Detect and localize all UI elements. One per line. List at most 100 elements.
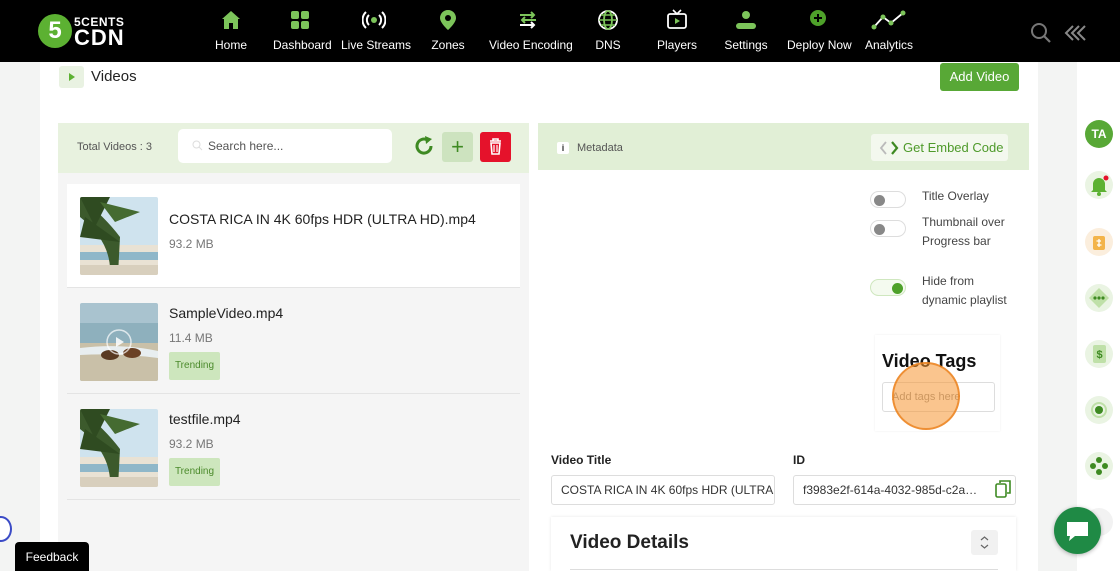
chat-icon <box>1067 522 1088 541</box>
connections-icon[interactable] <box>1085 284 1113 312</box>
search-icon[interactable] <box>1030 22 1052 44</box>
nav-settings-label: Settings <box>724 38 768 52</box>
video-list-item[interactable]: COSTA RICA IN 4K 60fps HDR (ULTRA HD).mp… <box>67 184 520 288</box>
avatar[interactable]: TA <box>1085 120 1113 148</box>
video-thumbnail <box>80 303 158 381</box>
code-icon <box>879 141 899 155</box>
nav-players[interactable]: Players <box>656 8 698 56</box>
hide-dynamic-playlist-toggle[interactable] <box>870 279 906 296</box>
trending-badge: Trending <box>169 458 220 486</box>
videos-section-icon <box>59 66 84 88</box>
record-icon[interactable] <box>1085 396 1113 424</box>
video-details-title: Video Details <box>570 532 689 553</box>
top-navbar: 5 5CENTS CDN Home Dashboard Live Streams… <box>0 0 1120 62</box>
tags-input[interactable] <box>882 382 995 412</box>
video-encoding-icon <box>520 11 536 29</box>
main-content: Videos Add Video Total Videos : 3 + COST… <box>40 62 1038 571</box>
video-thumbnail <box>80 409 158 487</box>
total-videos-count: Total Videos : 3 <box>77 141 153 153</box>
nav-dashboard[interactable]: Dashboard <box>273 8 332 56</box>
players-icon <box>667 9 687 29</box>
metadata-header: i Metadata Get Embed Code <box>538 123 1029 170</box>
thumbnail-progress-label: Thumbnail over Progress bar <box>922 215 1005 248</box>
zones-icon <box>440 10 456 30</box>
logo-mark: 5 <box>38 14 72 48</box>
video-tags-section: Video Tags <box>875 335 1000 431</box>
chevron-updown-icon <box>980 536 989 549</box>
billing-icon[interactable] <box>1085 228 1113 256</box>
video-list-item[interactable]: testfile.mp4 93.2 MB Trending <box>67 396 520 500</box>
video-size: 93.2 MB <box>169 437 214 451</box>
accessibility-widget[interactable] <box>0 516 12 542</box>
info-icon: i <box>557 142 569 154</box>
nav-analytics[interactable]: Analytics <box>864 8 914 56</box>
nav-live-streams[interactable]: Live Streams <box>341 8 412 56</box>
title-overlay-toggle[interactable] <box>870 191 906 208</box>
nav-deploy-now[interactable]: Deploy Now <box>787 8 852 56</box>
nav-video-encoding-label: Video Encoding <box>489 38 573 52</box>
logo-text-bottom: CDN <box>74 25 125 50</box>
nav-home[interactable]: Home <box>212 8 250 56</box>
nav-live-streams-label: Live Streams <box>341 38 412 52</box>
title-overlay-label: Title Overlay <box>922 189 989 203</box>
get-embed-code-button[interactable]: Get Embed Code <box>871 134 1008 161</box>
delete-button[interactable] <box>480 132 511 162</box>
video-name: SampleVideo.mp4 <box>169 305 284 321</box>
nav-players-label: Players <box>656 38 697 52</box>
deploy-now-icon <box>810 10 826 26</box>
copy-icon[interactable] <box>995 479 1012 498</box>
nav-home-label: Home <box>214 38 247 52</box>
hide-dynamic-playlist-label: Hide from dynamic playlist <box>922 274 1007 307</box>
live-streams-icon <box>362 11 386 29</box>
id-label: ID <box>793 453 805 467</box>
video-tags-title: Video Tags <box>882 351 977 371</box>
bell-icon[interactable] <box>1085 171 1113 199</box>
search-input[interactable] <box>208 137 384 155</box>
divider <box>570 569 998 570</box>
brand-logo[interactable]: 5 5CENTS CDN <box>38 14 130 50</box>
id-field[interactable]: f3983e2f-614a-4032-985d-c2a… <box>793 475 1016 505</box>
video-details-section: Video Details <box>551 517 1016 571</box>
nav-dashboard-label: Dashboard <box>273 38 332 52</box>
collapse-sidebar-icon[interactable] <box>1063 24 1087 42</box>
metadata-panel: i Metadata Get Embed Code Title Overlay … <box>538 123 1029 571</box>
add-button[interactable]: + <box>442 132 473 162</box>
nav-zones[interactable]: Zones <box>430 8 466 56</box>
svg-text:$: $ <box>1096 349 1102 361</box>
analytics-icon <box>871 10 906 30</box>
settings-icon <box>736 11 756 29</box>
thumbnail-progress-toggle[interactable] <box>870 220 906 237</box>
metadata-label: Metadata <box>577 142 623 154</box>
nav-dns-label: DNS <box>595 38 621 52</box>
refresh-icon[interactable] <box>413 134 435 158</box>
video-size: 93.2 MB <box>169 237 214 251</box>
payments-icon[interactable]: $ <box>1085 340 1113 368</box>
video-name: testfile.mp4 <box>169 411 241 427</box>
gamepad-icon[interactable] <box>1085 452 1113 480</box>
page-title: Videos <box>91 68 137 85</box>
add-video-button[interactable]: Add Video <box>940 63 1019 91</box>
nav-zones-label: Zones <box>431 38 465 52</box>
library-toolbar: Total Videos : 3 + <box>58 123 529 173</box>
right-sidebar: TA $ <box>1077 62 1120 571</box>
nav-analytics-label: Analytics <box>864 38 914 52</box>
video-library-panel: Total Videos : 3 + COSTA RICA IN 4K 60fp… <box>58 123 529 571</box>
nav-video-encoding[interactable]: Video Encoding <box>489 8 573 56</box>
expand-collapse-button[interactable] <box>971 530 998 555</box>
nav-deploy-now-label: Deploy Now <box>787 38 852 52</box>
feedback-button[interactable]: Feedback <box>15 542 89 571</box>
chat-button[interactable] <box>1054 507 1101 554</box>
dashboard-icon <box>291 11 309 29</box>
search-box <box>178 129 392 163</box>
video-thumbnail <box>80 197 158 275</box>
video-name: COSTA RICA IN 4K 60fps HDR (ULTRA HD).mp… <box>169 211 476 227</box>
trash-icon <box>490 138 501 155</box>
home-icon <box>222 11 240 29</box>
video-list-item[interactable]: SampleVideo.mp4 11.4 MB Trending <box>67 290 520 394</box>
video-title-label: Video Title <box>551 453 612 467</box>
video-size: 11.4 MB <box>169 331 213 345</box>
nav-settings[interactable]: Settings <box>724 8 768 56</box>
nav-dns[interactable]: DNS <box>592 8 624 56</box>
get-embed-code-label: Get Embed Code <box>903 140 1004 155</box>
video-title-input[interactable]: COSTA RICA IN 4K 60fps HDR (ULTRA HD).mp… <box>551 475 775 505</box>
